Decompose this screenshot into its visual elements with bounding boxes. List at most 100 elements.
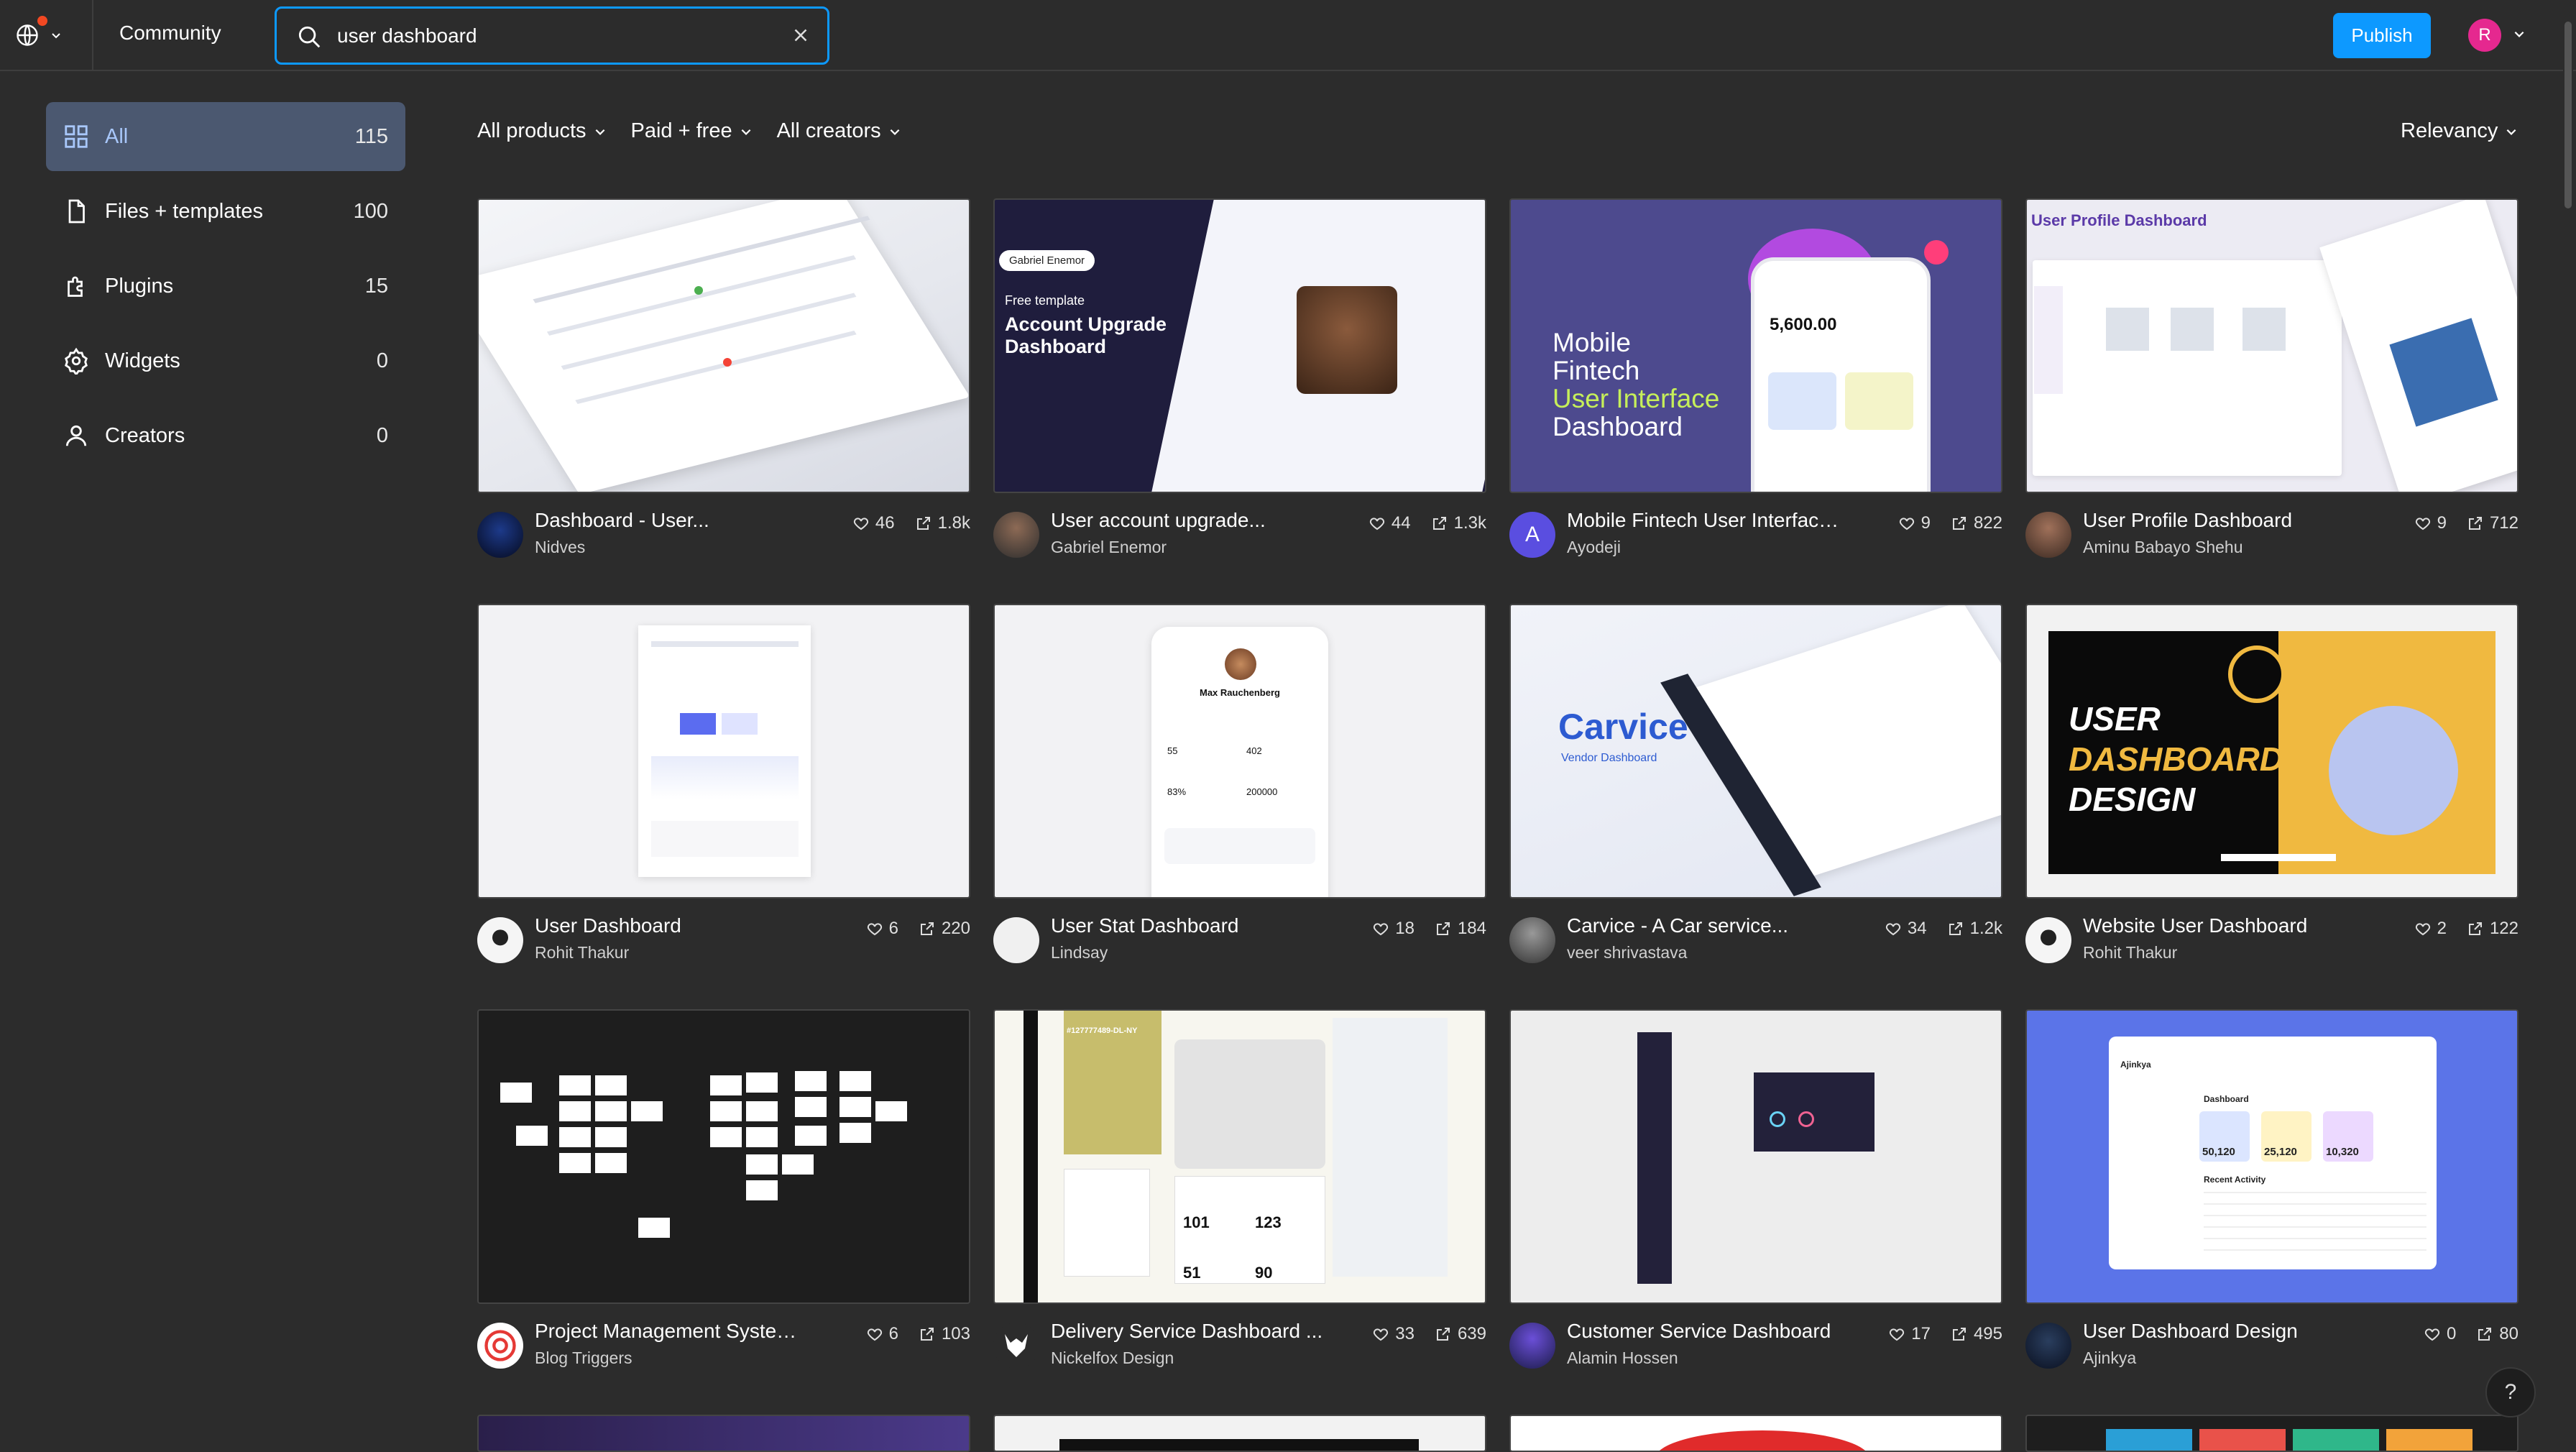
- like-count[interactable]: 18: [1372, 919, 1414, 939]
- products-filter-dropdown[interactable]: All products: [477, 119, 607, 143]
- price-filter-dropdown[interactable]: Paid + free: [631, 119, 753, 143]
- creator-avatar[interactable]: [993, 512, 1039, 558]
- card-author[interactable]: Aminu Babayo Shehu: [2083, 538, 2243, 557]
- scrollbar-thumb[interactable]: [2564, 22, 2572, 208]
- like-count[interactable]: 2: [2414, 919, 2447, 939]
- sort-dropdown[interactable]: Relevancy: [2401, 119, 2518, 143]
- like-count[interactable]: 6: [866, 1324, 898, 1344]
- card-thumbnail[interactable]: [993, 1415, 1486, 1452]
- like-count[interactable]: 17: [1888, 1324, 1931, 1344]
- card-title[interactable]: Project Management System...: [535, 1320, 808, 1343]
- card-author[interactable]: Nickelfox Design: [1051, 1348, 1174, 1368]
- community-link[interactable]: Community: [119, 22, 221, 45]
- card-thumbnail[interactable]: [1509, 1009, 2002, 1304]
- card-author[interactable]: Ayodeji: [1567, 538, 1621, 557]
- creator-avatar[interactable]: [993, 1323, 1039, 1369]
- card-title[interactable]: User Profile Dashboard: [2083, 509, 2356, 532]
- card-author[interactable]: Ajinkya: [2083, 1348, 2136, 1368]
- chevron-down-icon[interactable]: [2513, 27, 2526, 40]
- sidebar-item-all[interactable]: All 115: [46, 102, 405, 171]
- like-count[interactable]: 0: [2424, 1324, 2456, 1344]
- search-input[interactable]: [336, 23, 767, 49]
- card-thumbnail[interactable]: USER DASHBOARD DESIGN: [2025, 604, 2518, 899]
- card-thumbnail[interactable]: [477, 1415, 970, 1452]
- like-count[interactable]: 34: [1885, 919, 1927, 939]
- result-card[interactable]: Dashboard - User... Nidves 46 1.8k: [477, 198, 970, 562]
- result-card[interactable]: User Profile Dashboard User Profile Dash…: [2025, 198, 2518, 562]
- result-card[interactable]: Ajinkya Dashboard 50,120 25,120 10,320 R…: [2025, 1009, 2518, 1373]
- result-card[interactable]: Max Rauchenberg 55 402 83% 200000 User S…: [993, 604, 1486, 968]
- card-thumbnail[interactable]: [477, 604, 970, 899]
- card-title[interactable]: Website User Dashboard: [2083, 914, 2356, 937]
- help-button[interactable]: ?: [2485, 1367, 2536, 1417]
- result-card[interactable]: [993, 1415, 1486, 1452]
- like-count[interactable]: 33: [1372, 1324, 1414, 1344]
- sidebar-item-files-templates[interactable]: Files + templates 100: [46, 177, 405, 246]
- card-thumbnail[interactable]: [477, 1009, 970, 1304]
- card-title[interactable]: User Stat Dashboard: [1051, 914, 1324, 937]
- like-count[interactable]: 9: [1898, 513, 1931, 533]
- card-title[interactable]: User Dashboard: [535, 914, 808, 937]
- sidebar-item-plugins[interactable]: Plugins 15: [46, 252, 405, 321]
- card-thumbnail[interactable]: [2025, 1415, 2518, 1452]
- card-thumbnail[interactable]: [477, 198, 970, 493]
- card-title[interactable]: Mobile Fintech User Interface...: [1567, 509, 1840, 532]
- card-title[interactable]: Delivery Service Dashboard ...: [1051, 1320, 1324, 1343]
- card-title[interactable]: User Dashboard Design: [2083, 1320, 2356, 1343]
- result-card[interactable]: [1509, 1415, 2002, 1452]
- card-thumbnail[interactable]: #127777489-DL-NY 101 123 51 90: [993, 1009, 1486, 1304]
- publish-button[interactable]: Publish: [2333, 13, 2431, 58]
- result-card[interactable]: [2025, 1415, 2518, 1452]
- card-title[interactable]: Customer Service Dashboard: [1567, 1320, 1840, 1343]
- like-count[interactable]: 46: [852, 513, 895, 533]
- card-thumbnail[interactable]: Max Rauchenberg 55 402 83% 200000: [993, 604, 1486, 899]
- card-author[interactable]: Blog Triggers: [535, 1348, 632, 1368]
- creator-avatar[interactable]: [1509, 1323, 1555, 1369]
- card-author[interactable]: Lindsay: [1051, 943, 1108, 962]
- result-card[interactable]: 5,600.00 Mobile Fintech User Interface D…: [1509, 198, 2002, 562]
- result-card[interactable]: USER DASHBOARD DESIGN Website User Dashb…: [2025, 604, 2518, 968]
- card-thumbnail[interactable]: Ajinkya Dashboard 50,120 25,120 10,320 R…: [2025, 1009, 2518, 1304]
- creators-filter-dropdown[interactable]: All creators: [777, 119, 901, 143]
- result-card[interactable]: Customer Service Dashboard Alamin Hossen…: [1509, 1009, 2002, 1373]
- result-card[interactable]: #127777489-DL-NY 101 123 51 90 Delivery …: [993, 1009, 1486, 1373]
- creator-avatar[interactable]: [993, 917, 1039, 963]
- creator-avatar[interactable]: [2025, 1323, 2071, 1369]
- result-card[interactable]: [477, 1415, 970, 1452]
- like-count[interactable]: 9: [2414, 513, 2447, 533]
- creator-avatar[interactable]: [2025, 512, 2071, 558]
- scrollbar[interactable]: [2563, 0, 2573, 1452]
- search-box[interactable]: [275, 6, 829, 65]
- like-count[interactable]: 6: [866, 919, 898, 939]
- card-title[interactable]: Carvice - A Car service...: [1567, 914, 1840, 937]
- card-thumbnail[interactable]: Gabriel Enemor Free template Account Upg…: [993, 198, 1486, 493]
- sidebar-item-creators[interactable]: Creators 0: [46, 401, 405, 470]
- creator-avatar[interactable]: [477, 512, 523, 558]
- result-card[interactable]: Carvice Vendor Dashboard Carvice - A Car…: [1509, 604, 2002, 968]
- sidebar-item-widgets[interactable]: Widgets 0: [46, 326, 405, 395]
- card-thumbnail[interactable]: User Profile Dashboard: [2025, 198, 2518, 493]
- card-author[interactable]: Gabriel Enemor: [1051, 538, 1167, 557]
- workspace-menu-button[interactable]: [14, 16, 79, 53]
- result-card[interactable]: Gabriel Enemor Free template Account Upg…: [993, 198, 1486, 562]
- result-card[interactable]: User Dashboard Rohit Thakur 6 220: [477, 604, 970, 968]
- creator-avatar[interactable]: [1509, 917, 1555, 963]
- creator-avatar[interactable]: [477, 917, 523, 963]
- creator-avatar[interactable]: A: [1509, 512, 1555, 558]
- clear-search-icon[interactable]: [790, 24, 811, 46]
- user-avatar[interactable]: R: [2468, 19, 2501, 52]
- creator-avatar[interactable]: [2025, 917, 2071, 963]
- card-thumbnail[interactable]: 5,600.00 Mobile Fintech User Interface D…: [1509, 198, 2002, 493]
- card-author[interactable]: veer shrivastava: [1567, 943, 1687, 962]
- card-author[interactable]: Alamin Hossen: [1567, 1348, 1678, 1368]
- card-title[interactable]: Dashboard - User...: [535, 509, 808, 532]
- result-card[interactable]: Project Management System... Blog Trigge…: [477, 1009, 970, 1373]
- card-thumbnail[interactable]: [1509, 1415, 2002, 1452]
- card-thumbnail[interactable]: Carvice Vendor Dashboard: [1509, 604, 2002, 899]
- card-author[interactable]: Nidves: [535, 538, 585, 557]
- like-count[interactable]: 44: [1368, 513, 1411, 533]
- card-author[interactable]: Rohit Thakur: [2083, 943, 2177, 962]
- card-title[interactable]: User account upgrade...: [1051, 509, 1324, 532]
- card-author[interactable]: Rohit Thakur: [535, 943, 629, 962]
- creator-avatar[interactable]: [477, 1323, 523, 1369]
